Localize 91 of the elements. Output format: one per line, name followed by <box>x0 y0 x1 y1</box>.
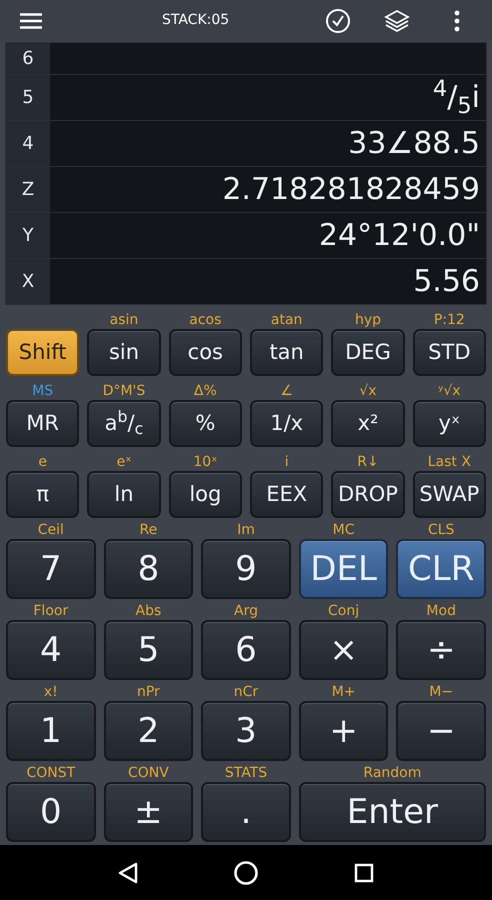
shift-function-label: Re <box>140 521 158 539</box>
key[interactable]: DEL <box>298 539 388 599</box>
shift-function-label: acos <box>189 311 222 329</box>
shift-function-label: ʸ√x <box>438 382 461 400</box>
key[interactable]: x² <box>331 400 405 447</box>
shift-function-label: ∠ <box>280 382 293 400</box>
stack-level-label: Y <box>22 224 34 248</box>
back-icon[interactable] <box>118 862 138 884</box>
key[interactable]: cos <box>168 329 242 376</box>
key[interactable]: MR <box>6 400 80 447</box>
shift-function-label: e <box>38 453 47 471</box>
stack-value: 33∠88.5 <box>348 125 480 163</box>
key[interactable]: π <box>6 471 80 518</box>
shift-function-label: M+ <box>332 683 356 701</box>
key[interactable]: STD <box>412 329 486 376</box>
key[interactable]: Shift <box>6 329 80 376</box>
key[interactable]: 0 <box>6 782 96 842</box>
shift-function-label: asin <box>110 311 138 329</box>
shift-function-label: Arg <box>234 602 258 620</box>
shift-function-label: 10ˣ <box>193 453 218 471</box>
more-icon[interactable] <box>454 10 460 32</box>
key[interactable]: SWAP <box>412 471 486 518</box>
key[interactable]: 7 <box>6 539 96 599</box>
stack-level-label: 6 <box>22 47 34 71</box>
key[interactable]: 1/x <box>250 400 324 447</box>
key[interactable]: 9 <box>201 539 291 599</box>
shift-function-label: CONV <box>128 764 169 782</box>
shift-function-label: Ceil <box>38 521 64 539</box>
shift-function-label: Floor <box>33 602 68 620</box>
key[interactable]: a$^{b}$/$_{c}$ <box>87 400 161 447</box>
key[interactable]: sin <box>87 329 161 376</box>
key[interactable]: 5 <box>104 620 194 680</box>
shift-function-label: atan <box>270 311 302 329</box>
key[interactable]: 3 <box>201 701 291 761</box>
shift-function-label: MC <box>332 521 355 539</box>
shift-function-label: M− <box>429 683 454 701</box>
key[interactable]: 2 <box>104 701 194 761</box>
menu-icon[interactable] <box>20 12 42 28</box>
key[interactable]: EEX <box>250 471 324 518</box>
key[interactable]: ÷ <box>396 620 486 680</box>
shift-function-label: MS <box>32 382 54 400</box>
recent-apps-icon[interactable] <box>354 862 374 882</box>
stack-count: STACK:05 <box>162 11 230 30</box>
shift-function-label: i <box>284 453 289 471</box>
key[interactable]: 4 <box>6 620 96 680</box>
shift-function-label: nCr <box>234 683 258 701</box>
shift-function-label: eˣ <box>116 453 132 471</box>
shift-function-label: hyp <box>354 311 382 329</box>
shift-function-label: CONST <box>26 764 76 782</box>
shift-function-label: Im <box>237 521 255 539</box>
shift-function-label: STATS <box>224 764 268 782</box>
key[interactable]: 1 <box>6 701 96 761</box>
shift-function-label: √x <box>359 382 377 400</box>
key[interactable]: CLR <box>396 539 486 599</box>
shift-function-label: R↓ <box>357 453 379 471</box>
key[interactable]: 6 <box>201 620 291 680</box>
key[interactable]: − <box>396 701 486 761</box>
stack-value: $^{4}$/$_{5}$i <box>432 75 480 120</box>
stack-level-label: Z <box>22 178 34 202</box>
key[interactable]: % <box>168 400 242 447</box>
shift-function-label: P:12 <box>434 311 465 329</box>
stack-level-label: 4 <box>22 132 34 156</box>
key[interactable]: + <box>298 701 388 761</box>
key[interactable]: 8 <box>104 539 194 599</box>
stack-value: 5.56 <box>413 263 480 301</box>
shift-function-label: Mod <box>426 602 456 620</box>
key[interactable]: ln <box>87 471 161 518</box>
shift-function-label: Conj <box>328 602 360 620</box>
key[interactable]: ± <box>104 782 194 842</box>
shift-function-label: Last X <box>428 453 471 471</box>
shift-function-label: Δ% <box>194 382 217 400</box>
shift-function-label: nPr <box>136 683 160 701</box>
shift-function-label: D°M'S <box>102 382 146 400</box>
key[interactable]: DEG <box>331 329 405 376</box>
stack-level-label: 5 <box>22 86 34 110</box>
stack-level-label: X <box>22 270 34 294</box>
home-icon[interactable] <box>232 860 259 886</box>
key[interactable]: Enter <box>298 782 486 842</box>
key[interactable]: yˣ <box>412 400 486 447</box>
key[interactable]: log <box>168 471 242 518</box>
key[interactable]: . <box>201 782 291 842</box>
stack-value: 24°12'0.0" <box>318 217 480 255</box>
shift-function-label: Random <box>363 764 422 782</box>
key[interactable]: tan <box>250 329 324 376</box>
layers-icon[interactable] <box>384 8 410 32</box>
shift-function-label: Abs <box>136 602 162 620</box>
shift-function-label: CLS <box>428 521 454 539</box>
shift-function-label: x! <box>44 683 58 701</box>
stack-value: 2.718281828459 <box>222 171 480 209</box>
key[interactable]: DROP <box>331 471 405 518</box>
key[interactable]: × <box>298 620 388 680</box>
